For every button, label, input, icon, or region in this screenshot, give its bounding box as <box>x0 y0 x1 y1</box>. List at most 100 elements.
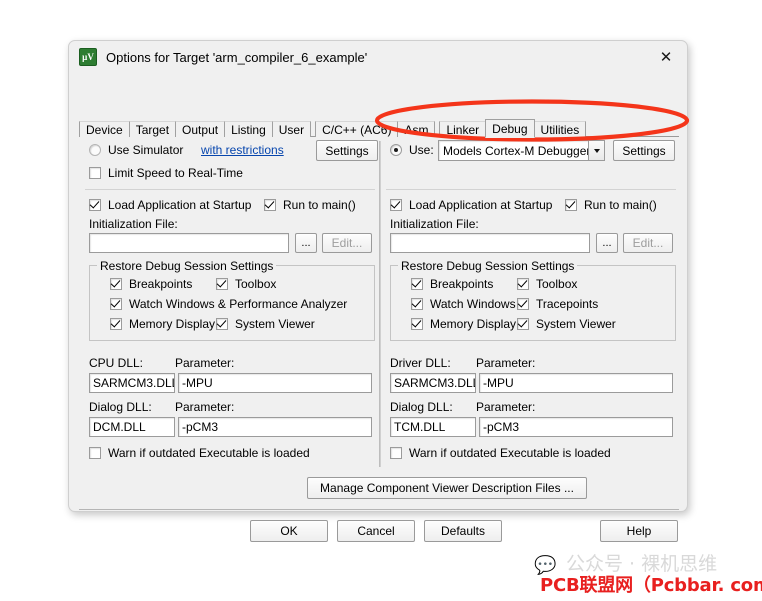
right-dialog-dll-input[interactable]: TCM.DLL <box>390 417 476 437</box>
left-browse-button[interactable]: ... <box>295 233 317 253</box>
left-memory-display-label: Memory Display <box>129 317 216 331</box>
right-dialog-param-label: Parameter: <box>476 400 536 414</box>
left-load-app-label: Load Application at Startup <box>108 198 252 212</box>
right-breakpoints-label: Breakpoints <box>430 277 494 291</box>
limit-speed-row[interactable]: Limit Speed to Real-Time <box>89 166 243 180</box>
right-tracepoints-checkbox[interactable] <box>517 298 529 310</box>
left-load-app-row[interactable]: Load Application at Startup <box>89 198 251 212</box>
right-warn-checkbox[interactable] <box>390 447 402 459</box>
close-icon[interactable]: ✕ <box>653 46 679 68</box>
right-memory-display-label: Memory Display <box>430 317 517 331</box>
debugger-settings-button[interactable]: Settings <box>613 140 675 161</box>
debugger-select[interactable]: Models Cortex-M Debugger <box>438 140 605 161</box>
use-simulator-label: Use Simulator <box>108 143 184 157</box>
right-restore-item-sysviewer[interactable]: System Viewer <box>517 317 616 331</box>
left-restore-item-toolbox[interactable]: Toolbox <box>216 277 276 291</box>
right-browse-button[interactable]: ... <box>596 233 618 253</box>
tab-listing[interactable]: Listing <box>224 121 273 137</box>
right-load-app-label: Load Application at Startup <box>409 198 553 212</box>
left-toolbox-checkbox[interactable] <box>216 278 228 290</box>
right-breakpoints-checkbox[interactable] <box>411 278 423 290</box>
left-restore-item-watch[interactable]: Watch Windows & Performance Analyzer <box>110 297 347 311</box>
left-warn-checkbox[interactable] <box>89 447 101 459</box>
tab-debug[interactable]: Debug <box>485 119 535 138</box>
cancel-button[interactable]: Cancel <box>337 520 415 542</box>
right-restore-item-toolbox[interactable]: Toolbox <box>517 277 577 291</box>
use-simulator-radio[interactable] <box>89 144 101 156</box>
right-memory-display-checkbox[interactable] <box>411 318 423 330</box>
left-dialog-dll-input[interactable]: DCM.DLL <box>89 417 175 437</box>
use-debugger-label: Use: <box>409 143 434 157</box>
left-cpu-dll-label: CPU DLL: <box>89 356 144 370</box>
right-dialog-param-input[interactable]: -pCM3 <box>479 417 673 437</box>
right-toolbox-label: Toolbox <box>536 277 578 291</box>
simulator-settings-button[interactable]: Settings <box>316 140 378 161</box>
left-breakpoints-checkbox[interactable] <box>110 278 122 290</box>
right-warn-label: Warn if outdated Executable is loaded <box>409 446 611 460</box>
left-restore-item-memory[interactable]: Memory Display <box>110 317 215 331</box>
tab-target[interactable]: Target <box>128 121 177 137</box>
right-restore-item-breakpoints[interactable]: Breakpoints <box>411 277 493 291</box>
tab-utilities[interactable]: Utilities <box>533 121 587 137</box>
left-memory-display-checkbox[interactable] <box>110 318 122 330</box>
right-run-to-main-checkbox[interactable] <box>565 199 577 211</box>
right-restore-item-watch[interactable]: Watch Windows <box>411 297 516 311</box>
tab-linker[interactable]: Linker <box>439 121 487 137</box>
left-breakpoints-label: Breakpoints <box>129 277 193 291</box>
right-restore-group-caption: Restore Debug Session Settings <box>398 259 578 273</box>
defaults-button[interactable]: Defaults <box>424 520 502 542</box>
right-driver-param-input[interactable]: -MPU <box>479 373 673 393</box>
left-dialog-param-label: Parameter: <box>175 400 235 414</box>
with-restrictions-link[interactable]: with restrictions <box>201 143 284 157</box>
left-cpu-param-label: Parameter: <box>175 356 235 370</box>
tab-strip: Device Target Output Listing User C/C++ (AC6)… <box>79 119 679 138</box>
right-run-to-main-row[interactable]: Run to main() <box>565 198 657 212</box>
tab-user[interactable]: User <box>271 121 312 137</box>
right-driver-dll-label: Driver DLL: <box>390 356 451 370</box>
left-run-to-main-row[interactable]: Run to main() <box>264 198 356 212</box>
ok-button[interactable]: OK <box>250 520 328 542</box>
debugger-select-value: Models Cortex-M Debugger <box>443 143 588 158</box>
debug-tab-content: Use Simulator with restrictions Settings… <box>79 137 679 467</box>
right-init-file-input[interactable] <box>390 233 590 253</box>
limit-speed-label: Limit Speed to Real-Time <box>108 166 243 180</box>
title-bar: µV Options for Target 'arm_compiler_6_ex… <box>69 41 687 73</box>
left-restore-item-sysviewer[interactable]: System Viewer <box>216 317 315 331</box>
tab-c-c-ac6[interactable]: C/C++ (AC6) <box>315 121 399 137</box>
right-restore-item-tracepoints[interactable]: Tracepoints <box>517 297 598 311</box>
tab-output[interactable]: Output <box>175 121 226 137</box>
debugger-pane: Use: Models Cortex-M Debugger Settings L… <box>380 137 680 467</box>
left-dialog-param-input[interactable]: -pCM3 <box>178 417 372 437</box>
right-warn-row[interactable]: Warn if outdated Executable is loaded <box>390 446 611 460</box>
left-watch-windows-checkbox[interactable] <box>110 298 122 310</box>
left-edit-button[interactable]: Edit... <box>322 233 372 253</box>
right-toolbox-checkbox[interactable] <box>517 278 529 290</box>
left-restore-group: Restore Debug Session Settings Breakpoin… <box>89 259 375 341</box>
right-system-viewer-checkbox[interactable] <box>517 318 529 330</box>
left-init-file-input[interactable] <box>89 233 289 253</box>
left-warn-row[interactable]: Warn if outdated Executable is loaded <box>89 446 310 460</box>
left-separator <box>85 189 375 190</box>
left-cpu-dll-input[interactable]: SARMCM3.DLL <box>89 373 175 393</box>
tab-device[interactable]: Device <box>79 121 130 137</box>
help-button[interactable]: Help <box>600 520 678 542</box>
right-run-to-main-label: Run to main() <box>584 198 657 212</box>
right-edit-button[interactable]: Edit... <box>623 233 673 253</box>
right-restore-item-memory[interactable]: Memory Display <box>411 317 516 331</box>
right-restore-group: Restore Debug Session Settings Breakpoin… <box>390 259 676 341</box>
chevron-down-icon[interactable] <box>588 141 604 160</box>
left-run-to-main-checkbox[interactable] <box>264 199 276 211</box>
limit-speed-checkbox[interactable] <box>89 167 101 179</box>
right-watch-windows-checkbox[interactable] <box>411 298 423 310</box>
tab-asm[interactable]: Asm <box>397 121 436 137</box>
right-driver-dll-input[interactable]: SARMCM3.DLL <box>390 373 476 393</box>
left-load-app-checkbox[interactable] <box>89 199 101 211</box>
left-system-viewer-checkbox[interactable] <box>216 318 228 330</box>
right-load-app-checkbox[interactable] <box>390 199 402 211</box>
use-debugger-radio-row[interactable]: Use: <box>390 143 434 157</box>
use-simulator-radio-row[interactable]: Use Simulator <box>89 143 183 157</box>
right-load-app-row[interactable]: Load Application at Startup <box>390 198 552 212</box>
use-debugger-radio[interactable] <box>390 144 402 156</box>
left-cpu-param-input[interactable]: -MPU <box>178 373 372 393</box>
left-restore-item-breakpoints[interactable]: Breakpoints <box>110 277 192 291</box>
